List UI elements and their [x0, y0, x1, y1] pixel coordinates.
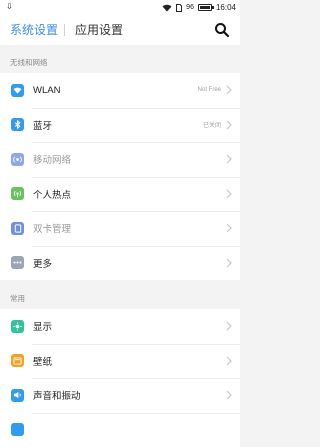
settings-item-mobile-network[interactable]: 移动网络 [0, 142, 240, 177]
search-icon[interactable] [214, 22, 230, 38]
tab-app-settings[interactable]: 应用设置 [75, 23, 123, 37]
tab-system-settings[interactable]: 系统设置 [10, 23, 58, 37]
settings-item-partial[interactable] [0, 413, 240, 447]
settings-item-bluetooth[interactable]: 蓝牙 已关闭 [0, 108, 240, 143]
common-settings-group: 显示 壁纸 声音和振动 [0, 309, 240, 447]
battery-icon [198, 4, 212, 11]
chevron-right-icon [226, 120, 232, 130]
settings-item-label: 双卡管理 [33, 221, 71, 235]
partial-item-icon [11, 423, 24, 436]
settings-item-wallpaper[interactable]: 壁纸 [0, 344, 240, 379]
top-header: 系统设置 应用设置 [0, 15, 240, 45]
sim-icon [176, 4, 182, 12]
mobile-network-icon [11, 153, 24, 166]
settings-item-label: 移动网络 [33, 152, 71, 166]
wireless-settings-group: WLAN Not Free 蓝牙 已关闭 移动网络 个人热点 双卡管理 [0, 73, 240, 280]
settings-item-label: 壁纸 [33, 354, 52, 368]
settings-item-label: 更多 [33, 256, 52, 270]
chevron-right-icon [226, 258, 232, 268]
chevron-right-icon [226, 189, 232, 199]
more-icon [11, 256, 24, 269]
status-bar: ⇩ 96 16:04 [0, 0, 240, 15]
chevron-right-icon [226, 85, 232, 95]
section-label-wireless: 无线和网络 [10, 57, 48, 68]
download-icon: ⇩ [6, 2, 13, 12]
wifi-icon [11, 84, 24, 97]
hotspot-icon [11, 187, 24, 200]
settings-item-value: 已关闭 [203, 120, 221, 129]
settings-item-hotspot[interactable]: 个人热点 [0, 177, 240, 212]
settings-item-label: 显示 [33, 319, 52, 333]
section-label-common: 常用 [10, 293, 25, 304]
chevron-right-icon [226, 223, 232, 233]
settings-item-value: Not Free [198, 87, 221, 93]
wifi-icon [162, 4, 172, 12]
settings-item-display[interactable]: 显示 [0, 309, 240, 344]
settings-item-wlan[interactable]: WLAN Not Free [0, 73, 240, 108]
settings-item-label: WLAN [33, 85, 60, 96]
settings-item-label: 声音和振动 [33, 388, 81, 402]
settings-item-sound[interactable]: 声音和振动 [0, 378, 240, 413]
settings-item-label: 个人热点 [33, 187, 71, 201]
chevron-right-icon [226, 154, 232, 164]
bluetooth-icon [11, 118, 24, 131]
dual-sim-icon [11, 222, 24, 235]
settings-item-dual-sim[interactable]: 双卡管理 [0, 211, 240, 246]
wallpaper-icon [11, 354, 24, 367]
chevron-right-icon [226, 390, 232, 400]
display-icon [11, 320, 24, 333]
chevron-right-icon [226, 356, 232, 366]
sound-icon [11, 389, 24, 402]
chevron-right-icon [226, 321, 232, 331]
settings-item-more[interactable]: 更多 [0, 246, 240, 281]
settings-item-label: 蓝牙 [33, 118, 52, 132]
tab-divider [64, 24, 65, 36]
status-time: 16:04 [216, 3, 236, 12]
battery-level: 96 [186, 4, 194, 11]
